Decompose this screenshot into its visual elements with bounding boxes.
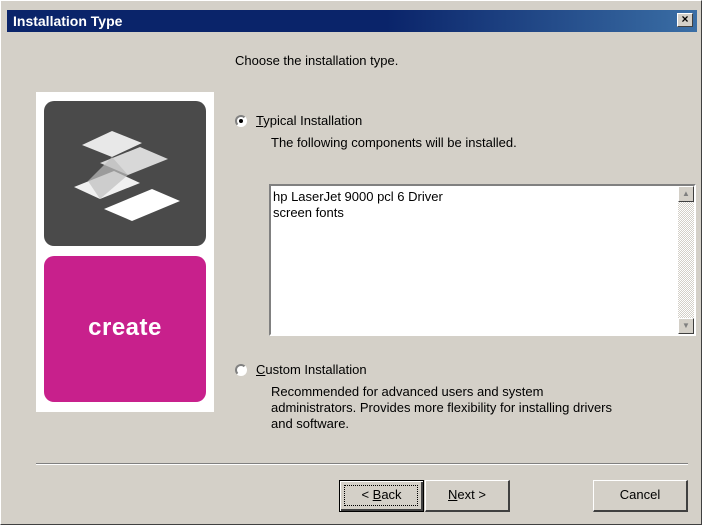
scroll-down-button[interactable]: ▼ (678, 318, 694, 334)
custom-installation-radio[interactable] (235, 363, 247, 376)
custom-installation-description: Recommended for advanced users and syste… (271, 384, 612, 432)
custom-description-line: administrators. Provides more flexibilit… (271, 400, 613, 415)
typical-installation-description: The following components will be install… (271, 135, 517, 150)
close-icon: × (681, 12, 689, 26)
installation-dialog: Installation Type × Choose the installat… (0, 0, 702, 525)
typical-installation-option[interactable]: Typical Installation (235, 113, 362, 128)
cancel-button[interactable]: Cancel (593, 480, 688, 512)
next-button[interactable]: Next > (425, 480, 510, 512)
create-logo: create (44, 256, 206, 402)
window-title: Installation Type (13, 13, 123, 29)
typical-label-rest: ypical Installation (263, 113, 363, 128)
back-button[interactable]: < Back (339, 480, 424, 512)
radio-selected-dot (239, 118, 243, 123)
typical-installation-label[interactable]: Typical Installation (256, 113, 362, 128)
components-list: hp LaserJet 9000 pcl 6 Driver screen fon… (273, 189, 443, 221)
custom-installation-option[interactable]: Custom Installation (235, 362, 367, 377)
typical-installation-radio[interactable] (235, 114, 247, 127)
up-arrow-icon: ▲ (682, 189, 690, 198)
vertical-scrollbar[interactable]: ▲ ▼ (678, 186, 694, 334)
list-item: screen fonts (273, 205, 344, 220)
close-button[interactable]: × (677, 13, 693, 27)
custom-installation-label[interactable]: Custom Installation (256, 362, 367, 377)
down-arrow-icon: ▼ (682, 321, 690, 330)
custom-label-rest: ustom Installation (265, 362, 367, 377)
components-listbox[interactable]: hp LaserJet 9000 pcl 6 Driver screen fon… (269, 184, 696, 336)
logo-panel: create (36, 92, 214, 412)
custom-description-line: and software. (271, 416, 350, 431)
logo-text: create (88, 314, 162, 341)
page-heading: Choose the installation type. (235, 53, 399, 68)
next-mnemonic: N (448, 487, 458, 502)
scroll-up-button[interactable]: ▲ (678, 186, 694, 202)
layers-logo-icon (44, 101, 206, 246)
focus-rect (344, 485, 418, 506)
list-item: hp LaserJet 9000 pcl 6 Driver (273, 189, 443, 204)
next-label-rest: ext > (457, 487, 486, 502)
layers-icon (74, 131, 180, 221)
cancel-label: Cancel (619, 487, 661, 502)
title-bar: Installation Type × (7, 10, 697, 32)
custom-mnemonic: C (256, 362, 266, 377)
separator (36, 463, 688, 465)
custom-description-line: Recommended for advanced users and syste… (271, 384, 544, 399)
